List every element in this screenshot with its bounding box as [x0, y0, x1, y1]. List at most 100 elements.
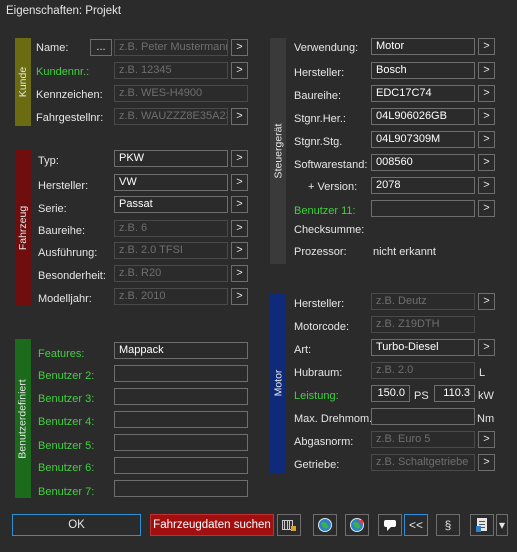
leistung-kw-input[interactable]: 110.3: [434, 385, 475, 402]
benutzer11-input[interactable]: [371, 200, 475, 217]
leistung-ps-input[interactable]: 150.0: [371, 385, 410, 402]
verwendung-label: Verwendung:: [294, 42, 359, 54]
stg-baureihe-arrow-button[interactable]: >: [478, 85, 495, 102]
barcode-scan-button[interactable]: [277, 514, 301, 536]
features-label: Features:: [38, 348, 85, 360]
softwarestand-arrow-button[interactable]: >: [478, 154, 495, 171]
typ-arrow-button[interactable]: >: [231, 150, 248, 167]
drehmoment-input[interactable]: [371, 408, 475, 425]
fahrzeug-baureihe-arrow-button[interactable]: >: [231, 220, 248, 237]
motor-hersteller-label: Hersteller:: [294, 298, 345, 310]
art-arrow-button[interactable]: >: [478, 339, 495, 356]
fahrzeugdaten-suchen-button[interactable]: Fahrzeugdaten suchen: [150, 514, 274, 536]
section-kunde: Kunde: [15, 38, 31, 126]
version-input[interactable]: 2078: [371, 177, 475, 194]
getriebe-arrow-button[interactable]: >: [478, 454, 495, 471]
serie-input[interactable]: Passat: [114, 196, 228, 213]
speech-bubble-icon: [384, 520, 396, 531]
abgasnorm-label: Abgasnorm:: [294, 436, 354, 448]
benutzer3-input[interactable]: [114, 388, 248, 405]
collapse-button[interactable]: <<: [404, 514, 428, 536]
version-label: + Version:: [308, 181, 358, 193]
motor-hersteller-arrow-button[interactable]: >: [478, 293, 495, 310]
stgnr-her-input[interactable]: 04L906026GB: [371, 108, 475, 125]
stgnr-her-arrow-button[interactable]: >: [478, 108, 495, 125]
abgasnorm-arrow-button[interactable]: >: [478, 431, 495, 448]
stg-hersteller-arrow-button[interactable]: >: [478, 62, 495, 79]
kennzeichen-input[interactable]: z.B. WES-H4900: [114, 85, 248, 102]
getriebe-input[interactable]: z.B. Schaltgetriebe: [371, 454, 475, 471]
drehmoment-unit: Nm: [477, 413, 495, 425]
benutzer11-label: Benutzer 11:: [294, 205, 356, 217]
globe-icon: [318, 518, 332, 532]
fahrzeug-hersteller-input[interactable]: VW: [114, 174, 228, 191]
stg-baureihe-input[interactable]: EDC17C74: [371, 85, 475, 102]
stgnr-stg-arrow-button[interactable]: >: [478, 131, 495, 148]
comment-button[interactable]: [378, 514, 402, 536]
modelljahr-input[interactable]: z.B. 2010: [114, 288, 228, 305]
hubraum-input[interactable]: z.B. 2.0: [371, 362, 475, 379]
fahrzeug-hersteller-label: Hersteller:: [38, 180, 89, 192]
modelljahr-label: Modelljahr:: [38, 293, 92, 305]
motorcode-label: Motorcode:: [294, 321, 350, 333]
ausfuehrung-input[interactable]: z.B. 2.0 TFSI: [114, 242, 228, 259]
benutzer2-input[interactable]: [114, 365, 248, 382]
getriebe-label: Getriebe:: [294, 459, 340, 471]
report-dropdown-button[interactable]: ▾: [496, 514, 508, 536]
benutzer7-input[interactable]: [114, 480, 248, 497]
leistung-kw-unit: kW: [478, 390, 494, 402]
web-search-alt-button[interactable]: [345, 514, 369, 536]
name-input[interactable]: z.B. Peter Mustermann: [114, 39, 228, 56]
motorcode-input[interactable]: z.B. Z19DTH: [371, 316, 475, 333]
stgnr-stg-input[interactable]: 04L907309M: [371, 131, 475, 148]
ausfuehrung-arrow-button[interactable]: >: [231, 242, 248, 259]
verwendung-input[interactable]: Motor: [371, 38, 475, 55]
name-ellipsis-button[interactable]: ...: [90, 39, 112, 56]
abgasnorm-input[interactable]: z.B. Euro 5: [371, 431, 475, 448]
kundennr-arrow-button[interactable]: >: [231, 62, 248, 79]
typ-label: Typ:: [38, 155, 59, 167]
barcode-icon: [282, 520, 296, 531]
section-motor: Motor: [270, 293, 286, 473]
motor-hersteller-input[interactable]: z.B. Deutz: [371, 293, 475, 310]
benutzer11-arrow-button[interactable]: >: [478, 200, 495, 217]
serie-label: Serie:: [38, 203, 67, 215]
benutzer6-input[interactable]: [114, 457, 248, 474]
benutzer5-input[interactable]: [114, 434, 248, 451]
modelljahr-arrow-button[interactable]: >: [231, 288, 248, 305]
art-input[interactable]: Turbo-Diesel: [371, 339, 475, 356]
besonderheit-arrow-button[interactable]: >: [231, 265, 248, 282]
benutzer5-label: Benutzer 5:: [38, 440, 95, 452]
section-benutzerdefiniert-label: Benutzerdefiniert: [17, 378, 30, 459]
globe-arrow-icon: [350, 518, 364, 532]
kundennr-label: Kundennr.:: [36, 66, 90, 78]
section-kunde-label: Kunde: [17, 66, 29, 98]
verwendung-arrow-button[interactable]: >: [478, 38, 495, 55]
besonderheit-input[interactable]: z.B. R20: [114, 265, 228, 282]
benutzer4-label: Benutzer 4:: [38, 416, 95, 428]
features-input[interactable]: Mappack: [114, 342, 248, 359]
fahrgestellnr-arrow-button[interactable]: >: [231, 108, 248, 125]
serie-arrow-button[interactable]: >: [231, 196, 248, 213]
stg-hersteller-input[interactable]: Bosch: [371, 62, 475, 79]
fahrzeug-hersteller-arrow-button[interactable]: >: [231, 174, 248, 191]
paragraph-button[interactable]: §: [436, 514, 460, 536]
besonderheit-label: Besonderheit:: [38, 270, 106, 282]
kennzeichen-label: Kennzeichen:: [36, 89, 103, 101]
ok-button[interactable]: OK: [12, 514, 141, 536]
fahrgestellnr-input[interactable]: z.B. WAUZZZ8E35A23: [114, 108, 228, 125]
softwarestand-input[interactable]: 008560: [371, 154, 475, 171]
name-label: Name:: [36, 42, 69, 54]
report-button[interactable]: [470, 514, 494, 536]
kundennr-input[interactable]: z.B. 12345: [114, 62, 228, 79]
softwarestand-label: Softwarestand:: [294, 159, 368, 171]
fahrzeug-baureihe-input[interactable]: z.B. 6: [114, 220, 228, 237]
typ-input[interactable]: PKW: [114, 150, 228, 167]
art-label: Art:: [294, 344, 312, 356]
benutzer4-input[interactable]: [114, 411, 248, 428]
version-arrow-button[interactable]: >: [478, 177, 495, 194]
name-arrow-button[interactable]: >: [231, 39, 248, 56]
web-search-button[interactable]: [313, 514, 337, 536]
document-icon: [476, 518, 487, 532]
stg-baureihe-label: Baureihe:: [294, 90, 342, 102]
